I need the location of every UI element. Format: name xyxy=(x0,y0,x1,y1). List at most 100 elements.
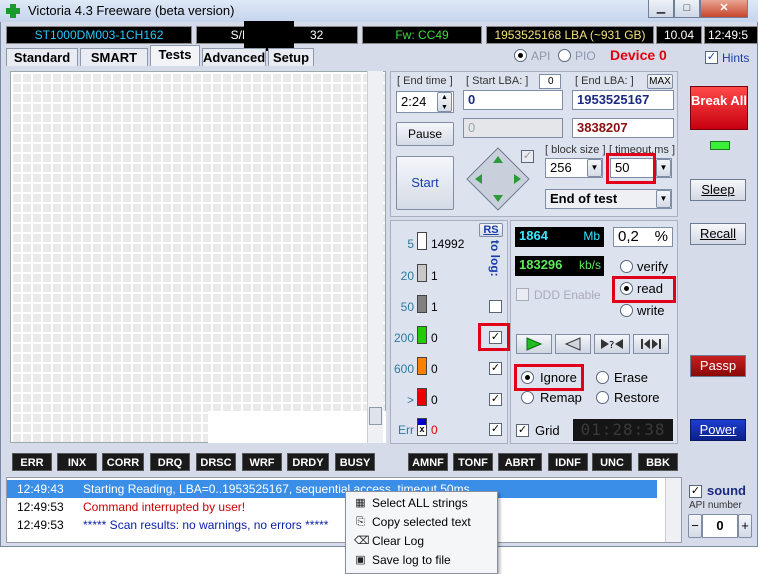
start-lba-input[interactable]: 0 xyxy=(463,90,563,110)
sound-checkbox[interactable]: ✓ xyxy=(689,485,702,498)
legend-swatch-0 xyxy=(417,232,427,250)
legend-ms-0: 5 xyxy=(407,237,414,251)
context-item-0[interactable]: ▦ Select ALL strings xyxy=(348,494,496,513)
log-checkbox-4[interactable]: ✓ xyxy=(489,362,502,375)
grid-option-checkbox[interactable]: ✓ xyxy=(521,150,534,163)
verify-radio[interactable] xyxy=(620,260,633,273)
restore-radio[interactable] xyxy=(596,391,609,404)
log-checkbox-2[interactable] xyxy=(489,300,502,313)
svg-text:?: ? xyxy=(609,340,614,351)
end-action-dropdown-icon[interactable]: ▼ xyxy=(656,190,671,208)
sleep-button[interactable]: Sleep xyxy=(690,179,746,201)
context-item-label: Clear Log xyxy=(372,534,425,548)
status-flag-err: ERR xyxy=(12,453,52,471)
recall-label: Recall xyxy=(699,226,737,241)
elapsed-timer: 01:28:38 xyxy=(573,419,673,441)
write-radio[interactable] xyxy=(620,304,633,317)
tab-setup[interactable]: Setup xyxy=(268,48,314,66)
close-button[interactable]: ✕ xyxy=(700,0,748,18)
tab-smart[interactable]: SMART xyxy=(80,48,148,66)
grid-label: Grid xyxy=(535,423,560,438)
break-all-button[interactable]: Break All xyxy=(690,86,748,130)
sleep-label: Sleep xyxy=(701,182,735,197)
block-size-dropdown-icon[interactable]: ▼ xyxy=(587,159,602,177)
erase-radio[interactable] xyxy=(596,371,609,384)
pio-radio[interactable] xyxy=(558,49,571,62)
ddd-checkbox[interactable] xyxy=(516,288,529,301)
api-number-decrement[interactable]: − xyxy=(688,514,702,538)
read-highlight xyxy=(612,276,676,303)
log-scrollbar[interactable] xyxy=(665,478,681,542)
drive-model: ST1000DM003-1CH162 xyxy=(6,26,192,44)
context-item-3[interactable]: ▣ Save log to file xyxy=(348,551,496,570)
rs-button[interactable]: RS xyxy=(479,223,503,237)
device-label: Device 0 xyxy=(610,47,667,63)
legend-count-3: 0 xyxy=(431,331,438,345)
log-area[interactable]: 12:49:43 Starting Reading, LBA=0..1953525… xyxy=(6,477,682,543)
grid-checkbox[interactable]: ✓ xyxy=(516,424,529,437)
log-checkbox-5[interactable]: ✓ xyxy=(489,393,502,406)
max-lba-button[interactable]: MAX xyxy=(647,74,673,89)
play-button[interactable] xyxy=(516,334,552,354)
grid-scrollbar[interactable] xyxy=(367,71,383,443)
timeout-highlight xyxy=(606,153,656,184)
legend-swatch-5 xyxy=(417,388,427,406)
pause-button[interactable]: Pause xyxy=(396,122,454,146)
status-flag-wrf: WRF xyxy=(242,453,282,471)
timeout-dropdown-icon[interactable]: ▼ xyxy=(656,159,671,177)
tab-advanced[interactable]: Advanced xyxy=(202,48,266,66)
legend-count-4: 0 xyxy=(431,362,438,376)
minimize-button[interactable]: ▁ xyxy=(648,0,674,18)
end-jump-button[interactable] xyxy=(633,334,669,354)
hints-label: Hints xyxy=(722,51,750,65)
power-button[interactable]: Power xyxy=(690,419,746,441)
jump-button[interactable]: ? xyxy=(594,334,630,354)
api-number-input[interactable]: 0 xyxy=(702,514,738,538)
legend-swatch-1 xyxy=(417,264,427,282)
log-200-highlight xyxy=(478,323,510,351)
serial-redaction xyxy=(244,21,294,51)
log-row[interactable]: 12:49:43 Starting Reading, LBA=0..1953525… xyxy=(7,480,657,498)
scroll-thumb[interactable] xyxy=(369,407,382,425)
log-row[interactable]: 12:49:53 Command interrupted by user! xyxy=(7,498,657,516)
api-radio[interactable] xyxy=(514,49,527,62)
ignore-highlight xyxy=(514,364,584,391)
legend-ms-1: 20 xyxy=(400,269,414,283)
end-action-select[interactable]: End of test xyxy=(545,189,672,209)
recall-button[interactable]: Recall xyxy=(690,223,746,245)
end-time-spinner[interactable]: ▲ ▼ xyxy=(437,92,452,112)
app-cross-icon xyxy=(6,4,20,18)
start-button[interactable]: Start xyxy=(396,156,454,210)
log-time: 12:49:53 xyxy=(17,500,64,514)
log-row[interactable]: 12:49:53 ***** Scan results: no warnings,… xyxy=(7,516,657,534)
log-text: ***** Scan results: no warnings, no erro… xyxy=(83,518,329,532)
percent-value: 0,2 xyxy=(618,228,639,245)
tab-tests[interactable]: Tests xyxy=(150,45,200,66)
hints-checkbox[interactable]: ✓ xyxy=(705,51,718,64)
log-text: Command interrupted by user! xyxy=(83,500,246,514)
log-checkbox-6[interactable]: ✓ xyxy=(489,423,502,436)
tab-standard[interactable]: Standard xyxy=(6,48,78,66)
legend-ms-3: 200 xyxy=(393,331,414,345)
percent-unit: % xyxy=(654,228,668,245)
mb-display: 1864 Mb xyxy=(515,227,604,247)
api-number-increment[interactable]: + xyxy=(738,514,752,538)
reverse-button[interactable] xyxy=(555,334,591,354)
context-item-1[interactable]: ⎘ Copy selected text xyxy=(348,513,496,532)
app-version: 10.04 xyxy=(656,26,702,44)
firmware: Fw: CC49 xyxy=(362,26,482,44)
serial-suffix: 32 xyxy=(310,28,324,42)
copy-icon: ⎘ xyxy=(356,516,365,528)
start-lba-small[interactable]: 0 xyxy=(539,74,561,89)
restore-label: Restore xyxy=(614,390,660,405)
maximize-button[interactable]: □ xyxy=(674,0,700,18)
status-flag-amnf: AMNF xyxy=(408,453,448,471)
sound-label: sound xyxy=(707,483,746,498)
end-time-label: [ End time ] xyxy=(397,75,453,87)
context-item-2[interactable]: ⌫ Clear Log xyxy=(348,532,496,551)
write-label: write xyxy=(637,303,665,318)
passp-button[interactable]: Passp xyxy=(690,355,746,377)
end-lba-input[interactable]: 1953525167 xyxy=(572,90,674,110)
title-bar: Victoria 4.3 Freeware (beta version) ▁ □… xyxy=(0,0,758,22)
remap-radio[interactable] xyxy=(521,391,534,404)
